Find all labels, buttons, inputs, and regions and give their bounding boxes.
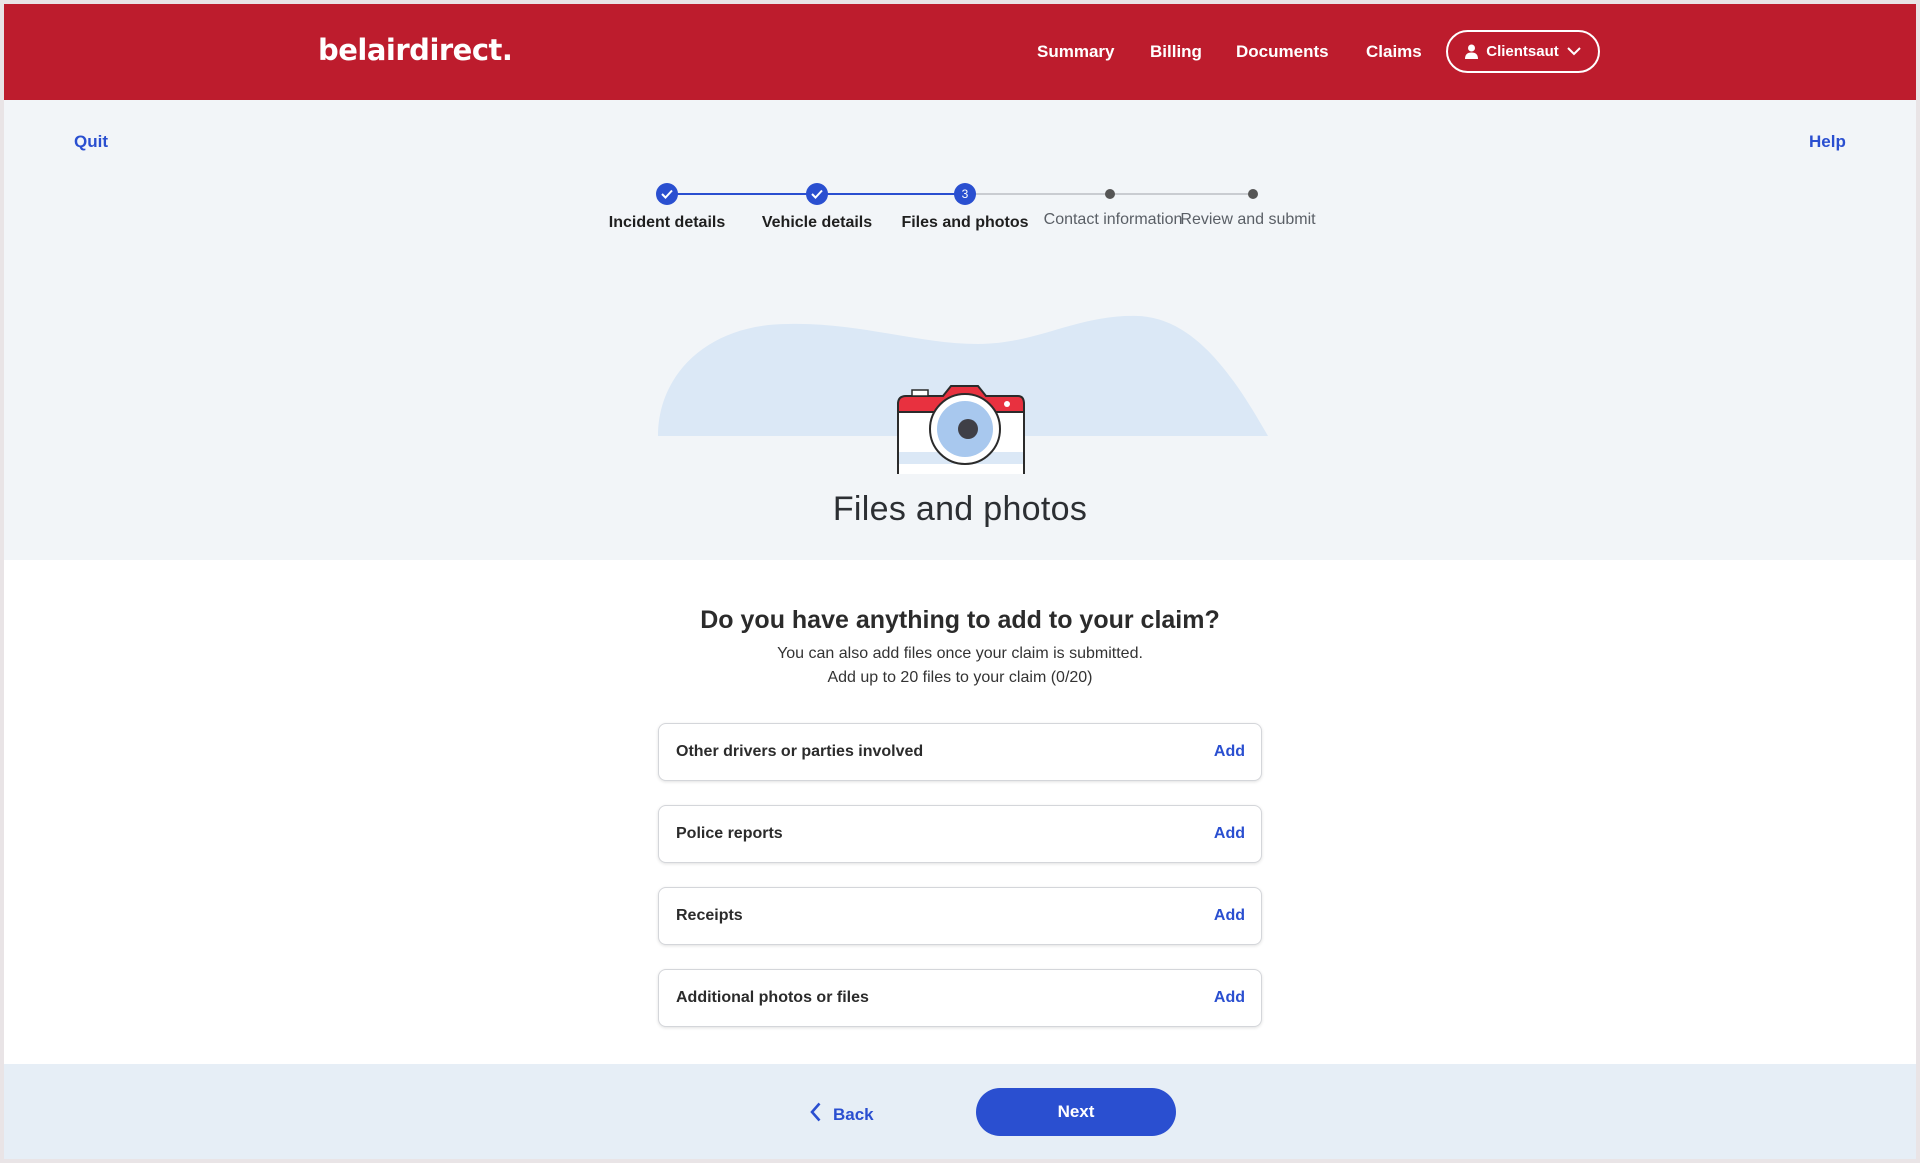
step-3-current-dot: 3 bbox=[954, 183, 976, 205]
file-category-label: Receipts bbox=[676, 907, 743, 924]
add-police-reports-button[interactable]: Add bbox=[1214, 825, 1245, 843]
page-title: Files and photos bbox=[832, 490, 1088, 528]
section-question: Do you have anything to add to your clai… bbox=[700, 606, 1220, 634]
chevron-down-icon bbox=[1567, 47, 1581, 56]
account-name: Clientsaut bbox=[1486, 43, 1559, 60]
step-label-contact-information: Contact information bbox=[1043, 211, 1183, 228]
help-link[interactable]: Help bbox=[1809, 132, 1846, 152]
add-receipts-button[interactable]: Add bbox=[1214, 907, 1245, 925]
chevron-left-icon bbox=[810, 1102, 821, 1127]
step-label-incident-details: Incident details bbox=[608, 214, 726, 231]
file-category-label: Additional photos or files bbox=[676, 989, 869, 1006]
add-other-drivers-button[interactable]: Add bbox=[1214, 743, 1245, 761]
step-4-dot bbox=[1105, 189, 1115, 199]
file-category-receipts: Receipts Add bbox=[658, 887, 1262, 945]
add-additional-files-button[interactable]: Add bbox=[1214, 989, 1245, 1007]
step-label-review-and-submit: Review and submit bbox=[1180, 211, 1316, 228]
app-frame: belairdirect. Summary Billing Documents … bbox=[4, 4, 1916, 1159]
step-1-check-icon bbox=[656, 183, 678, 205]
file-category-label: Other drivers or parties involved bbox=[676, 743, 924, 760]
camera-illustration bbox=[658, 315, 1268, 474]
next-button[interactable]: Next bbox=[976, 1088, 1176, 1136]
nav-summary[interactable]: Summary bbox=[1037, 42, 1114, 62]
file-category-label: Police reports bbox=[676, 825, 783, 842]
file-category-other-drivers: Other drivers or parties involved Add bbox=[658, 723, 1262, 781]
camera-icon bbox=[897, 385, 1025, 474]
step-label-vehicle-details: Vehicle details bbox=[761, 214, 873, 231]
account-menu-button[interactable]: Clientsaut bbox=[1446, 30, 1600, 73]
nav-documents[interactable]: Documents bbox=[1236, 42, 1329, 62]
step-label-files-and-photos: Files and photos bbox=[901, 214, 1029, 231]
file-category-police-reports: Police reports Add bbox=[658, 805, 1262, 863]
belairdirect-logo[interactable]: belairdirect. bbox=[318, 33, 513, 67]
user-icon bbox=[1465, 44, 1479, 59]
step-2-check-icon bbox=[806, 183, 828, 205]
back-button[interactable]: Back bbox=[810, 1102, 874, 1127]
quit-link[interactable]: Quit bbox=[74, 132, 108, 152]
section-subtitle-2: Add up to 20 files to your claim (0/20) bbox=[827, 669, 1093, 686]
footer-actions: Back Next bbox=[4, 1064, 1916, 1159]
back-label: Back bbox=[833, 1104, 874, 1124]
nav-claims[interactable]: Claims bbox=[1366, 42, 1422, 62]
progress-stepper: 3 Incident details Vehicle details Files… bbox=[4, 174, 1916, 264]
file-category-additional: Additional photos or files Add bbox=[658, 969, 1262, 1027]
section-subtitle-1: You can also add files once your claim i… bbox=[777, 645, 1143, 662]
files-section: Do you have anything to add to your clai… bbox=[4, 560, 1916, 1064]
step-5-dot bbox=[1248, 189, 1258, 199]
top-navigation-bar: belairdirect. Summary Billing Documents … bbox=[4, 4, 1916, 100]
nav-billing[interactable]: Billing bbox=[1150, 42, 1202, 62]
